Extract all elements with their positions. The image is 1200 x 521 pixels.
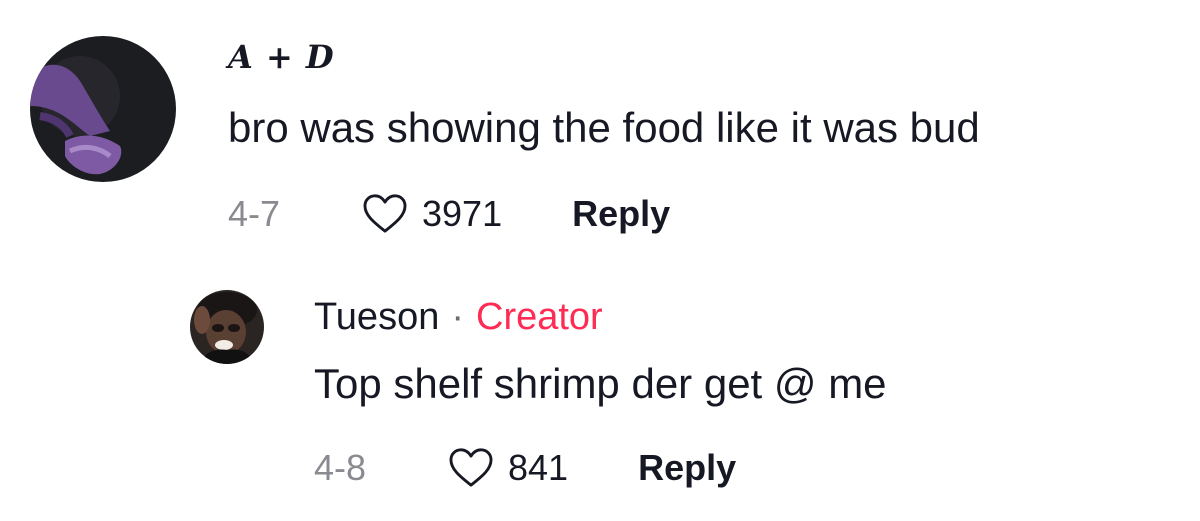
avatar[interactable]	[190, 290, 264, 364]
reply-header: Tueson · Creator	[314, 296, 603, 339]
creator-badge: Creator	[476, 296, 603, 338]
reply-button[interactable]: Reply	[572, 193, 670, 235]
reply-text: Top shelf shrimp der get @ me	[314, 360, 887, 407]
avatar-image	[190, 290, 264, 364]
like-count: 3971	[422, 193, 503, 234]
heart-outline-icon	[449, 448, 493, 487]
comment-text: bro was showing the food like it was bud	[228, 104, 980, 151]
comment-date: 4-7	[228, 193, 281, 234]
separator-dot: ·	[451, 296, 464, 338]
avatar[interactable]	[30, 36, 176, 182]
heart-outline-icon	[363, 194, 407, 233]
comment-actions: 4-7 3971 Reply	[228, 186, 670, 242]
reply-date: 4-8	[314, 447, 367, 488]
reply-username[interactable]: Tueson	[314, 296, 439, 339]
like-button[interactable]: 3971	[362, 193, 502, 235]
avatar-image	[30, 36, 176, 182]
comment-username[interactable]: A + D	[228, 38, 335, 76]
like-button[interactable]: 841	[448, 447, 568, 489]
like-count: 841	[508, 447, 569, 488]
reply-button[interactable]: Reply	[638, 447, 736, 489]
reply-actions: 4-8 841 Reply	[314, 440, 736, 496]
